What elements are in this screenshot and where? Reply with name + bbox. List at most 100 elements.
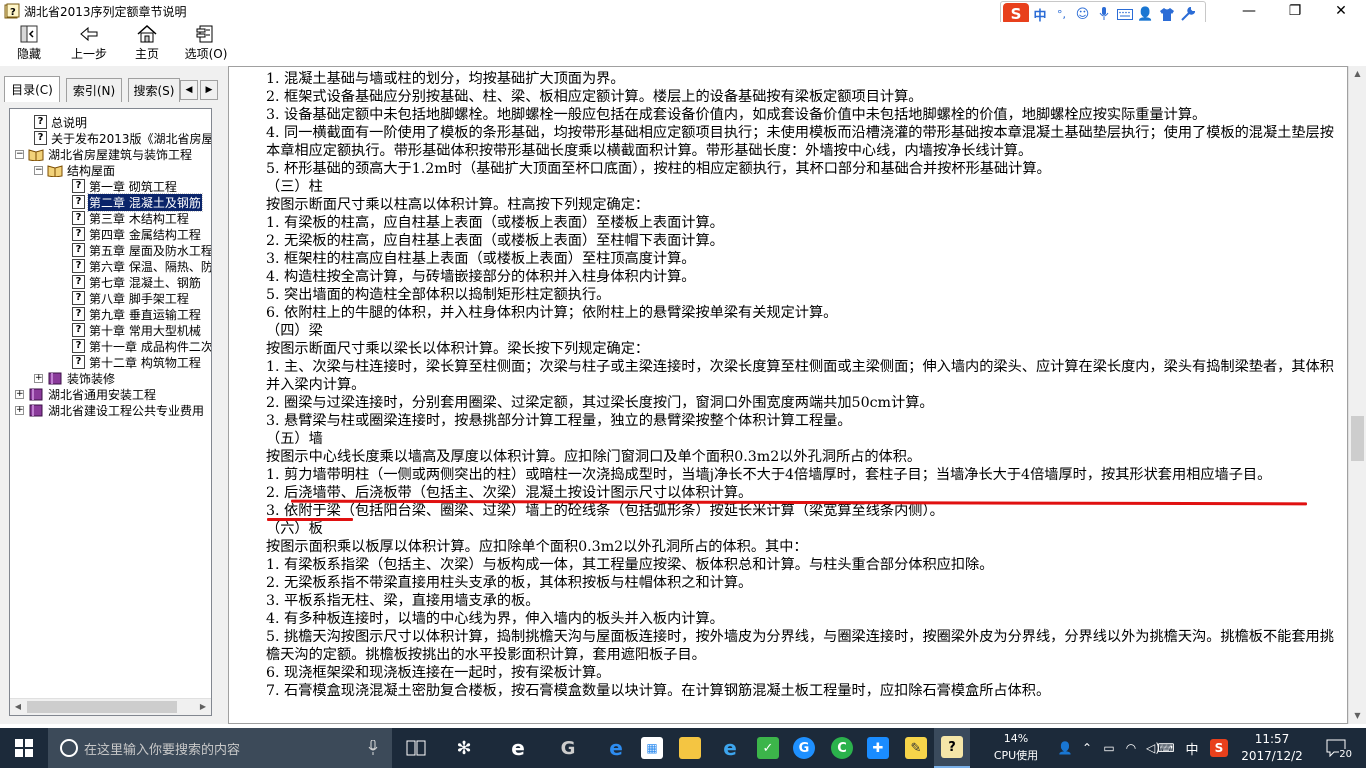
taskbar-app-g[interactable]: G [786, 728, 822, 768]
tree-item-selected[interactable]: ? 第二章 混凝土及钢筋 [72, 192, 203, 212]
tree-item[interactable]: ? 第三章 木结构工程 [72, 210, 190, 226]
scrollbar-thumb[interactable] [1351, 416, 1364, 461]
shirt-icon[interactable] [1156, 4, 1177, 24]
taskbar-app-explorer[interactable] [672, 728, 708, 768]
help-app-icon: ? [4, 3, 20, 19]
keyboard-icon[interactable] [1114, 4, 1135, 24]
tab-search[interactable]: 搜索(S) [128, 78, 180, 102]
mic-icon[interactable] [1093, 4, 1114, 24]
emoji-icon[interactable]: ☺ [1072, 4, 1093, 24]
tree-item[interactable]: − 结构屋面 [34, 162, 116, 178]
action-center-button[interactable]: 20 [1318, 734, 1354, 762]
g-app-icon: G [793, 737, 815, 759]
collapse-toggle-icon[interactable]: − [15, 149, 24, 159]
tray-chevron-up-icon[interactable]: ⌃ [1078, 728, 1096, 768]
help-page-icon: ? [72, 275, 85, 289]
taskbar-app-plus[interactable]: ✚ [860, 728, 896, 768]
microphone-icon[interactable] [368, 740, 378, 756]
scroll-down-arrow-icon[interactable]: ▼ [1351, 709, 1364, 723]
help-page-icon: ? [34, 131, 47, 145]
fan-app-icon: ✻ [456, 737, 472, 759]
section-heading: （四）梁 [266, 323, 323, 339]
scrollbar-thumb[interactable] [27, 701, 177, 713]
taskbar-app-notes[interactable]: ✎ [898, 728, 934, 768]
scroll-right-arrow-icon[interactable]: ▶ [196, 701, 210, 713]
start-button[interactable] [0, 728, 48, 768]
tree-item[interactable]: ? 第四章 金属结构工程 [72, 226, 202, 242]
content-pane[interactable]: 1. 混凝土基础与墙或柱的划分，均按基础扩大顶面为界。 2. 框架式设备基础应分… [228, 66, 1348, 724]
content-line: 4. 构造柱按全高计算，与砖墙嵌接部分的体积并入柱身体积内计算。 [266, 269, 696, 285]
user-icon[interactable]: 👤 [1135, 4, 1156, 24]
tray-language[interactable]: 中 [1182, 728, 1202, 768]
content-line: 1. 混凝土基础与墙或柱的划分，均按基础扩大顶面为界。 [266, 71, 625, 87]
options-button[interactable]: 选项(O) [183, 24, 229, 64]
home-button[interactable]: 主页 [132, 24, 162, 64]
taskbar-app-swirl[interactable]: G [550, 728, 586, 768]
collapse-toggle-icon[interactable]: − [34, 165, 43, 175]
taskbar-app-ie[interactable]: e [712, 728, 748, 768]
hide-button[interactable]: 隐藏 [14, 24, 44, 64]
wrench-icon[interactable] [1177, 4, 1198, 24]
expand-toggle-icon[interactable]: + [15, 389, 24, 399]
content-line: 5. 杯形基础的颈高大于1.2m时（基础扩大顶面至杯口底面），按柱的相应定额执行… [266, 161, 1051, 177]
taskbar-app-ie-blue[interactable]: e [598, 728, 634, 768]
tree-item[interactable]: + 装饰装修 [34, 370, 116, 386]
tree-item[interactable]: ? 第十章 常用大型机械 [72, 322, 202, 338]
scroll-left-arrow-icon[interactable]: ◀ [11, 701, 25, 713]
task-view-button[interactable] [398, 728, 434, 768]
expand-toggle-icon[interactable]: + [34, 373, 43, 383]
contents-tree[interactable]: ? 总说明 ? 关于发布2013版《湖北省房屋 − 湖北省房屋建筑与装饰工程 −… [9, 108, 212, 716]
expand-toggle-icon[interactable]: + [15, 405, 24, 415]
tray-keyboard-icon[interactable]: ⌨ [1154, 728, 1178, 768]
content-line: 按图示中心线长度乘以墙高及厚度以体积计算。应扣除门窗洞口及单个面积0.3m2以外… [266, 449, 922, 465]
tree-item[interactable]: ? 第八章 脚手架工程 [72, 290, 190, 306]
back-button[interactable]: 上一步 [70, 24, 108, 64]
minimize-button[interactable]: — [1226, 0, 1272, 22]
clock-date: 2017/12/2 [1241, 749, 1303, 763]
close-button[interactable]: ✕ [1318, 0, 1364, 22]
tree-item[interactable]: + 湖北省通用安装工程 [15, 386, 157, 402]
content-line: 1. 有梁板的柱高，应自柱基上表面（或楼板上表面）至楼板上表面计算。 [266, 215, 724, 231]
taskbar-app-security[interactable]: ✓ [750, 728, 786, 768]
tab-scroll-left-button[interactable]: ◀ [180, 80, 198, 100]
tray-network-icon[interactable]: ▭ [1100, 728, 1118, 768]
scroll-up-arrow-icon[interactable]: ▲ [1351, 67, 1364, 81]
taskbar-app-edge[interactable]: e [500, 728, 536, 768]
tree-item[interactable]: ? 第十一章 成品构件二次 [72, 338, 211, 354]
tree-item[interactable]: ? 第六章 保温、隔热、防 [72, 258, 211, 274]
tray-wifi-icon[interactable]: ◠ [1122, 728, 1140, 768]
tab-index[interactable]: 索引(N) [66, 78, 122, 102]
tree-item[interactable]: ? 第十二章 构筑物工程 [72, 354, 202, 370]
tree-item[interactable]: ? 总说明 [34, 114, 88, 130]
ime-mode-toggle[interactable]: 中 [1029, 4, 1051, 24]
taskbar-app-help-active[interactable]: ? [934, 728, 970, 768]
book-icon [29, 404, 43, 416]
ime-punct-toggle[interactable]: °, [1051, 4, 1072, 24]
tree-item[interactable]: ? 第五章 屋面及防水工程 [72, 242, 211, 258]
tray-person-icon[interactable]: 👤 [1056, 728, 1074, 768]
taskbar-app-green[interactable]: C [824, 728, 860, 768]
help-page-icon: ? [72, 179, 85, 193]
book-icon [29, 388, 43, 400]
tab-contents[interactable]: 目录(C) [4, 76, 60, 102]
taskbar-app-fan[interactable]: ✻ [446, 728, 482, 768]
content-vertical-scrollbar[interactable]: ▲ ▼ [1348, 66, 1366, 724]
browser-icon: e [609, 736, 623, 760]
tree-item[interactable]: ? 关于发布2013版《湖北省房屋 [34, 130, 211, 146]
back-arrow-icon [80, 26, 98, 42]
maximize-button[interactable]: ❐ [1272, 0, 1318, 22]
taskbar-app-store[interactable]: ▦ [634, 728, 670, 768]
tab-scroll-right-button[interactable]: ▶ [200, 80, 218, 100]
tree-item[interactable]: ? 第一章 砌筑工程 [72, 178, 178, 194]
tree-item[interactable]: + 湖北省建设工程公共专业费用 [15, 402, 205, 418]
clock[interactable]: 11:57 2017/12/2 [1240, 731, 1304, 765]
taskbar-search[interactable]: 在这里输入你要搜索的内容 [48, 728, 392, 768]
tree-item[interactable]: ? 第七章 混凝土、钢筋 [72, 274, 202, 290]
cpu-meter[interactable]: 14% CPU使用 [986, 730, 1046, 764]
content-line: 5. 突出墙面的构造柱全部体积以捣制矩形柱定额执行。 [266, 287, 611, 303]
tree-horizontal-scrollbar[interactable]: ◀ ▶ [10, 698, 211, 715]
tree-item[interactable]: − 湖北省房屋建筑与装饰工程 [15, 146, 193, 162]
tree-item[interactable]: ? 第九章 垂直运输工程 [72, 306, 202, 322]
content-line: 7. 石膏模盒现浇混凝土密肋复合楼板，按石膏模盒数量以块计算。在计算钢筋混凝土板… [266, 683, 1051, 699]
tray-sogou-icon[interactable]: S [1208, 728, 1230, 768]
